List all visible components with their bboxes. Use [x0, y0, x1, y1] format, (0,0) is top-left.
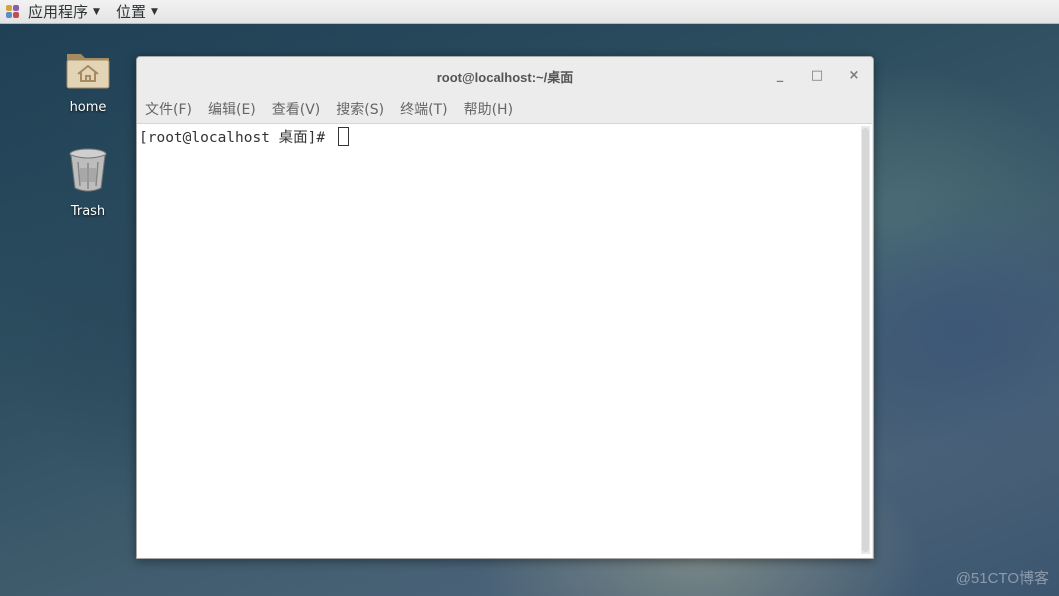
scrollbar[interactable] — [861, 126, 870, 554]
trash-icon — [69, 148, 107, 192]
maximize-button[interactable]: □ — [807, 67, 827, 85]
home-folder-icon — [66, 54, 110, 89]
maximize-icon: □ — [810, 68, 824, 83]
places-menu[interactable]: 位置 ▼ — [116, 0, 158, 23]
terminal-line: [root@localhost 桌面]# — [139, 126, 349, 147]
desktop-icon-label: home — [69, 100, 107, 115]
applications-icon — [6, 4, 20, 19]
menu-view[interactable]: 查看(V) — [272, 99, 321, 119]
minimize-icon: _ — [776, 68, 784, 83]
menu-edit[interactable]: 编辑(E) — [208, 99, 256, 119]
top-panel: 应用程序 ▼ 位置 ▼ — [0, 0, 1059, 24]
menu-terminal[interactable]: 终端(T) — [400, 99, 447, 119]
title-bar[interactable]: root@localhost:~/桌面 _ □ × — [137, 57, 873, 95]
menu-file[interactable]: 文件(F) — [145, 99, 192, 119]
terminal-area[interactable]: [root@localhost 桌面]# — [137, 123, 872, 558]
minimize-button[interactable]: _ — [770, 67, 790, 85]
chevron-down-icon: ▼ — [150, 6, 158, 17]
desktop-icon-home[interactable]: home — [48, 48, 128, 115]
desktop-icon-label: Trash — [70, 204, 106, 219]
scrollbar-thumb[interactable] — [862, 128, 869, 552]
places-label: 位置 — [115, 3, 146, 21]
terminal-window: root@localhost:~/桌面 _ □ × 文件(F) 编辑(E) 查看… — [136, 56, 874, 559]
close-icon: × — [848, 68, 860, 83]
text-cursor — [337, 127, 349, 146]
menu-bar: 文件(F) 编辑(E) 查看(V) 搜索(S) 终端(T) 帮助(H) — [137, 95, 873, 123]
watermark: @51CTO博客 — [955, 570, 1049, 587]
applications-menu[interactable]: 应用程序 ▼ — [6, 0, 100, 23]
menu-help[interactable]: 帮助(H) — [464, 99, 513, 119]
close-button[interactable]: × — [844, 67, 864, 85]
applications-label: 应用程序 — [28, 3, 89, 21]
window-title: root@localhost:~/桌面 — [436, 70, 574, 85]
menu-search[interactable]: 搜索(S) — [336, 99, 384, 119]
chevron-down-icon: ▼ — [93, 6, 100, 17]
desktop-icon-trash[interactable]: Trash — [48, 148, 128, 219]
shell-prompt: [root@localhost 桌面]# — [139, 130, 334, 146]
